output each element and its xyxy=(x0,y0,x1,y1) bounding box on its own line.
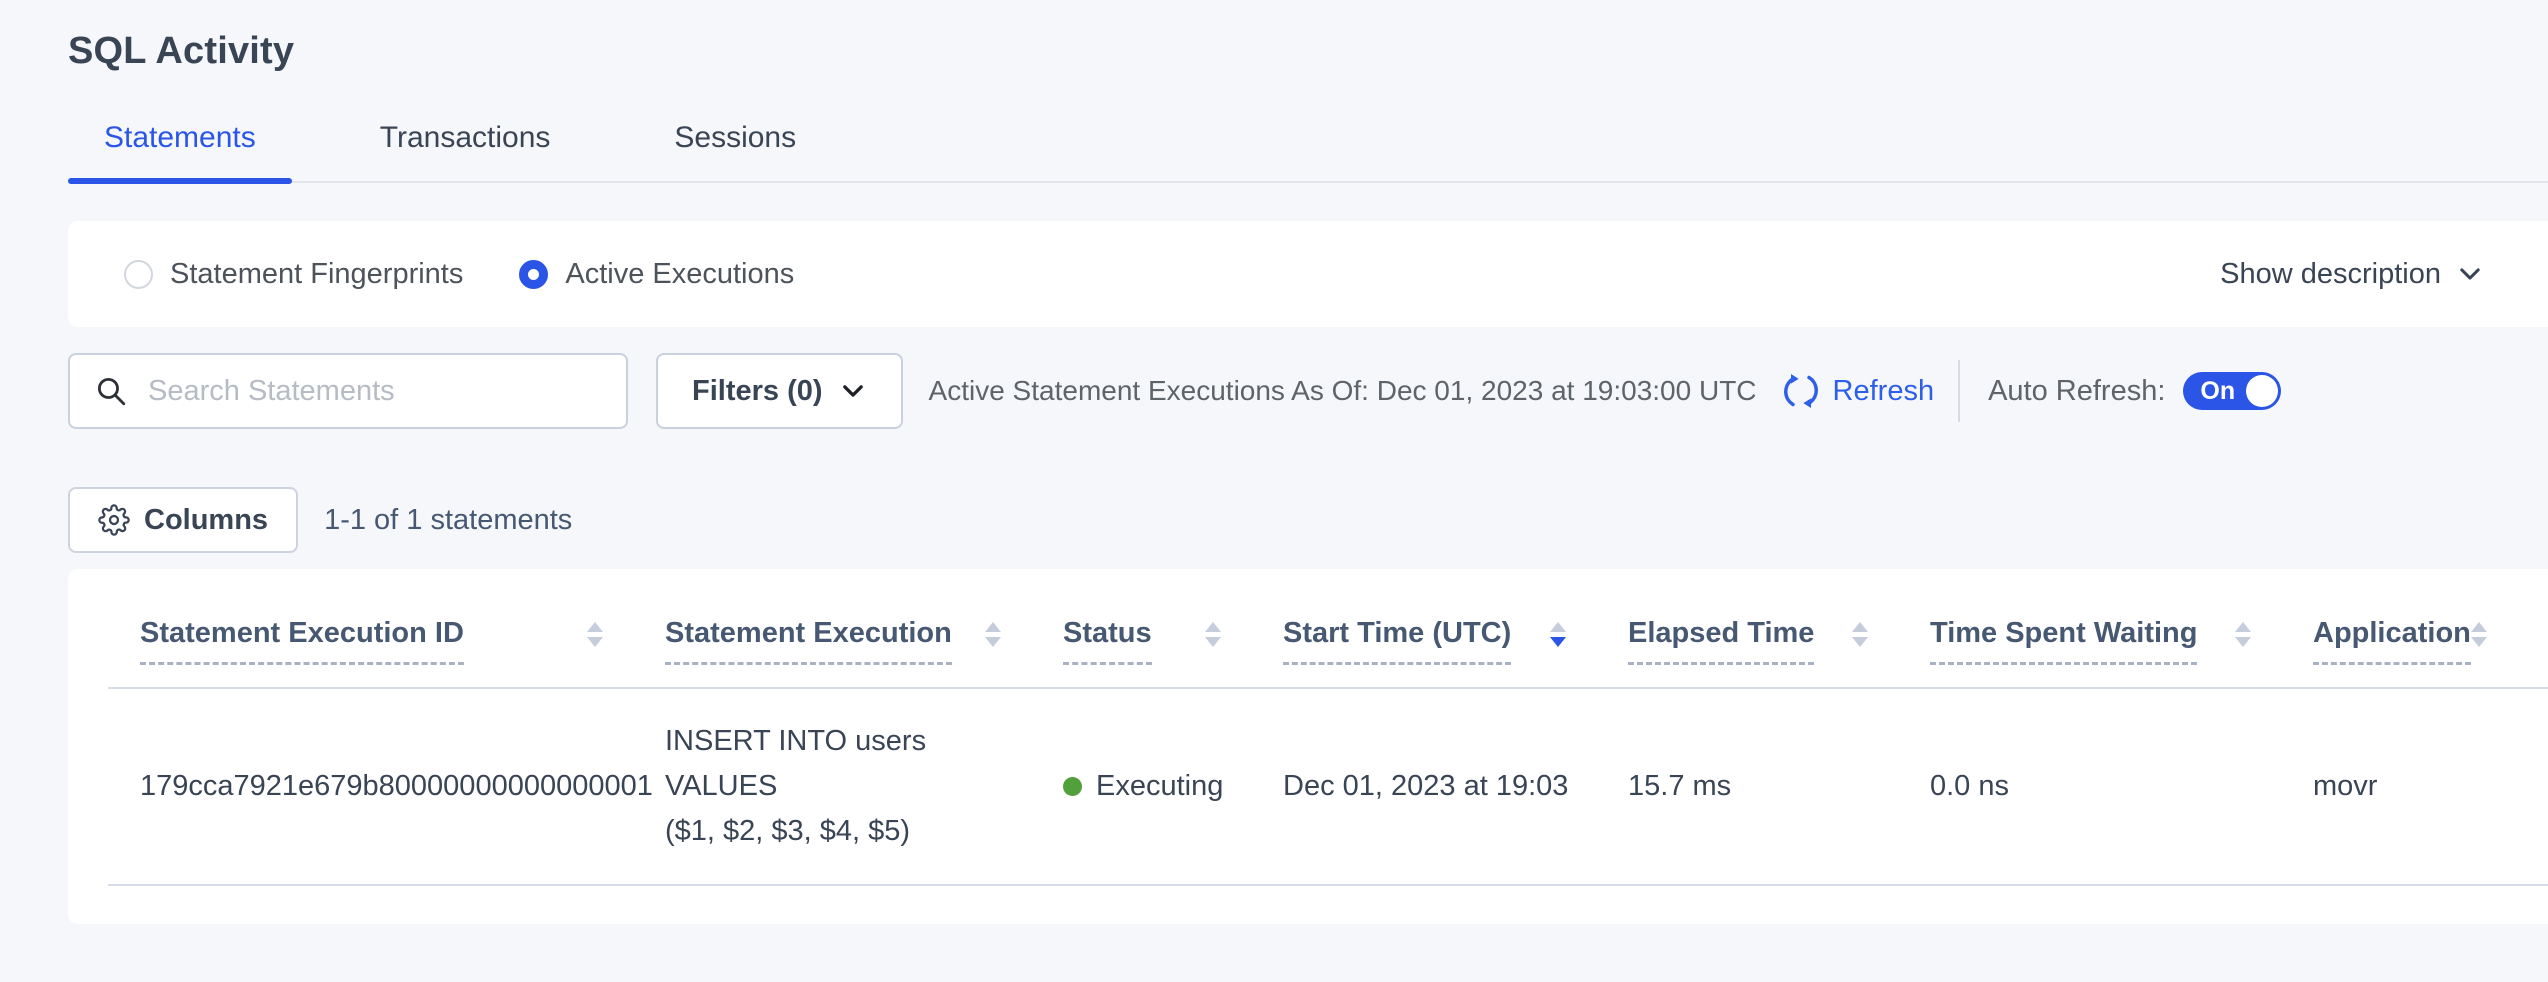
radio-selected-icon xyxy=(519,260,548,289)
table-header-row: Statement Execution ID Statement Executi… xyxy=(108,569,2548,689)
filters-button[interactable]: Filters (0) xyxy=(656,353,903,429)
chevron-down-icon xyxy=(2456,260,2484,288)
gear-icon xyxy=(98,504,130,536)
refresh-label: Refresh xyxy=(1833,375,1935,408)
page-title: SQL Activity xyxy=(0,0,2548,73)
search-input[interactable] xyxy=(146,374,602,409)
filter-bar: Filters (0) Active Statement Executions … xyxy=(68,353,2548,429)
column-header-statement-execution[interactable]: Statement Execution xyxy=(665,569,1063,687)
cell-execution-id[interactable]: 179cca7921e679b80000000000000001 xyxy=(140,689,665,884)
table-toolbar: Columns 1-1 of 1 statements xyxy=(68,487,2548,553)
toggle-knob xyxy=(2246,375,2278,407)
sort-icon xyxy=(1205,622,1221,647)
tab-statements[interactable]: Statements xyxy=(68,121,292,181)
column-header-start-time[interactable]: Start Time (UTC) xyxy=(1283,569,1628,687)
cell-statement[interactable]: INSERT INTO users VALUES ($1, $2, $3, $4… xyxy=(665,689,1063,884)
refresh-icon xyxy=(1781,371,1821,411)
cell-time-spent-waiting: 0.0 ns xyxy=(1930,689,2313,884)
column-header-status[interactable]: Status xyxy=(1063,569,1283,687)
show-description-toggle[interactable]: Show description xyxy=(2220,258,2484,291)
view-mode-card: Statement Fingerprints Active Executions… xyxy=(68,221,2548,327)
status-label: Executing xyxy=(1096,770,1223,803)
filters-label: Filters (0) xyxy=(692,375,823,408)
tab-sessions[interactable]: Sessions xyxy=(638,121,832,181)
search-icon xyxy=(94,374,128,408)
column-header-application[interactable]: Application xyxy=(2313,569,2548,687)
sort-icon xyxy=(985,622,1001,647)
search-statements-box xyxy=(68,353,628,429)
tab-bar: Statements Transactions Sessions xyxy=(68,121,2548,183)
statements-table-card: Statement Execution ID Statement Executi… xyxy=(68,569,2548,924)
cell-elapsed-time: 15.7 ms xyxy=(1628,689,1930,884)
chevron-down-icon xyxy=(839,377,867,405)
result-count: 1-1 of 1 statements xyxy=(324,504,572,537)
view-mode-radio-group: Statement Fingerprints Active Executions xyxy=(124,258,794,291)
auto-refresh-label: Auto Refresh: xyxy=(1988,375,2165,408)
sort-icon xyxy=(587,622,603,647)
cell-start-time: Dec 01, 2023 at 19:03 xyxy=(1283,689,1628,884)
column-header-statement-execution-id[interactable]: Statement Execution ID xyxy=(140,569,665,687)
show-description-label: Show description xyxy=(2220,258,2441,291)
cell-status: Executing xyxy=(1063,689,1283,884)
status-dot-icon xyxy=(1063,777,1082,796)
sort-icon xyxy=(1852,622,1868,647)
radio-unselected-icon xyxy=(124,260,153,289)
sql-activity-page: SQL Activity Statements Transactions Ses… xyxy=(0,0,2548,924)
as-of-timestamp: Active Statement Executions As Of: Dec 0… xyxy=(929,375,1757,407)
cell-application: movr xyxy=(2313,689,2548,884)
radio-active-executions[interactable]: Active Executions xyxy=(519,258,794,291)
auto-refresh-toggle[interactable]: On xyxy=(2183,372,2281,410)
sort-icon xyxy=(2471,622,2487,647)
sort-icon xyxy=(1550,622,1566,647)
column-header-time-spent-waiting[interactable]: Time Spent Waiting xyxy=(1930,569,2313,687)
sort-icon xyxy=(2235,622,2251,647)
table-row[interactable]: 179cca7921e679b80000000000000001 INSERT … xyxy=(108,689,2548,886)
columns-label: Columns xyxy=(144,504,268,537)
radio-statement-fingerprints[interactable]: Statement Fingerprints xyxy=(124,258,463,291)
refresh-button[interactable]: Refresh xyxy=(1781,371,1935,411)
divider xyxy=(1958,360,1960,422)
radio-label: Active Executions xyxy=(565,258,794,291)
radio-label: Statement Fingerprints xyxy=(170,258,463,291)
tab-transactions[interactable]: Transactions xyxy=(344,121,587,181)
columns-button[interactable]: Columns xyxy=(68,487,298,553)
toggle-state-label: On xyxy=(2200,377,2235,406)
column-header-elapsed-time[interactable]: Elapsed Time xyxy=(1628,569,1930,687)
